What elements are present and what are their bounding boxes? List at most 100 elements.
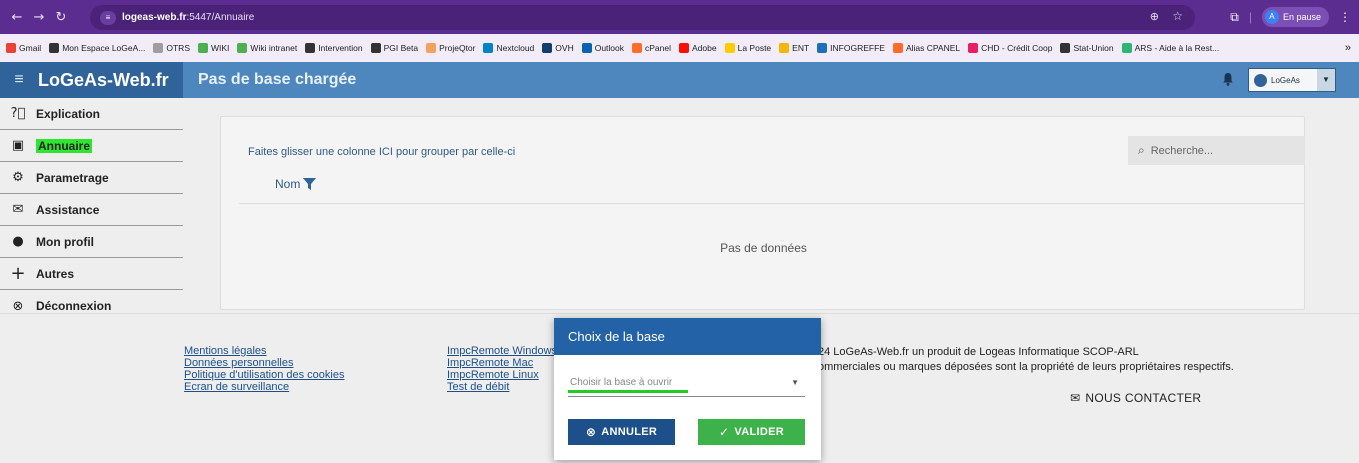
sidebar-item-assistance[interactable]: ✉ Assistance	[0, 194, 183, 226]
url-host: logeas-web.fr	[122, 12, 187, 23]
bookmark-label: INFOGREFFE	[830, 43, 885, 53]
contact-label: NOUS CONTACTER	[1085, 391, 1202, 405]
bookmark-item[interactable]: Intervention	[305, 43, 363, 53]
bookmark-favicon-icon	[305, 43, 316, 53]
dialog-title: Choix de la base	[554, 318, 821, 355]
search-input[interactable]: ⌕ Recherche...	[1128, 136, 1305, 165]
bookmark-label: ProjeQtor	[439, 43, 476, 53]
bookmark-label: Wiki intranet	[250, 43, 298, 53]
bookmark-label: La Poste	[737, 43, 772, 53]
star-icon[interactable]: ☆	[1172, 9, 1183, 23]
envelope-icon: ✉	[12, 202, 24, 217]
page-title: Pas de base chargée	[198, 71, 357, 88]
forward-icon[interactable]: →	[28, 10, 50, 25]
sidebar: ?⃝ Explication ▣ Annuaire ⚙ Parametrage …	[0, 98, 183, 326]
bookmark-label: WIKI	[211, 43, 230, 53]
contact-button[interactable]: ✉ NOUS CONTACTER	[1070, 391, 1201, 405]
bookmark-item[interactable]: WIKI	[198, 43, 229, 53]
site-settings-icon[interactable]: ≡	[100, 10, 116, 25]
bookmark-item[interactable]: cPanel	[632, 43, 671, 53]
group-panel[interactable]: Faites glisser une colonne ICI pour grou…	[248, 146, 515, 158]
sidebar-item-mon-profil[interactable]: ● Mon profil	[0, 226, 183, 258]
user-menu-button[interactable]: LoGeAs ▼	[1248, 68, 1336, 92]
bookmark-favicon-icon	[198, 43, 208, 53]
footer-link[interactable]: ImpcRemote Mac	[447, 357, 557, 369]
extensions-icon[interactable]: ⧉	[1230, 10, 1239, 25]
column-header-nom[interactable]: Nom	[275, 177, 317, 191]
copyright-line: ommerciales ou marques déposées sont la …	[818, 361, 1234, 373]
help-circle-icon: ?⃝	[10, 106, 26, 121]
select-placeholder-text: Choisir la base à ouvrir	[570, 377, 673, 388]
user-label: LoGeAs	[1271, 75, 1300, 85]
back-icon[interactable]: ←	[6, 10, 28, 25]
footer-link[interactable]: Politique d'utilisation des cookies	[184, 369, 344, 381]
footer-link[interactable]: ImpcRemote Linux	[447, 369, 557, 381]
bookmark-item[interactable]: INFOGREFFE	[817, 43, 885, 53]
bookmark-item[interactable]: Stat-Union	[1060, 43, 1114, 53]
close-circle-icon: ⊗	[12, 298, 24, 314]
sidebar-item-label: Déconnexion	[36, 299, 112, 313]
bookmark-favicon-icon	[892, 43, 903, 53]
bookmark-item[interactable]: La Poste	[724, 43, 772, 53]
app-brand: LoGeAs-Web.fr	[38, 69, 169, 90]
footer-link[interactable]: Données personnelles	[184, 357, 344, 369]
filter-icon[interactable]	[303, 178, 317, 190]
bookmarks-bar: Gmail Mon Espace LoGeA... OTRS WIKI Wiki int…	[0, 34, 1359, 62]
footer-links-legal: Mentions légales Données personnelles Po…	[184, 345, 344, 393]
bookmark-item[interactable]: OTRS	[153, 43, 190, 53]
bookmark-item[interactable]: ARS - Aide à la Rest...	[1121, 43, 1220, 53]
bookmark-label: cPanel	[645, 43, 672, 53]
grid-divider	[239, 203, 1304, 204]
hamburger-menu-icon[interactable]: ≡	[0, 71, 38, 89]
chevron-down-icon[interactable]: ▼	[791, 378, 799, 387]
sidebar-item-annuaire[interactable]: ▣ Annuaire	[0, 130, 183, 162]
sidebar-item-label: Annuaire	[36, 138, 93, 153]
bell-icon[interactable]	[1222, 72, 1234, 86]
bookmark-item[interactable]: OVH	[542, 43, 574, 53]
footer-link[interactable]: Ecran de surveillance	[184, 381, 344, 393]
bookmark-item[interactable]: Gmail	[6, 43, 41, 53]
footer-link[interactable]: Mentions légales	[184, 345, 344, 357]
bookmark-favicon-icon	[426, 43, 437, 53]
check-icon: ✓	[719, 425, 730, 439]
gear-icon: ⚙	[12, 170, 24, 185]
validate-button[interactable]: ✓ VALIDER	[698, 419, 805, 445]
sidebar-item-autres[interactable]: + Autres	[0, 258, 183, 290]
footer-link[interactable]: Test de débit	[447, 381, 557, 393]
bookmark-label: Stat-Union	[1073, 43, 1114, 53]
sidebar-item-label: Autres	[36, 266, 75, 281]
bookmark-item[interactable]: ProjeQtor	[426, 43, 475, 53]
bookmark-favicon-icon	[724, 43, 735, 53]
cancel-button[interactable]: ⊗ ANNULER	[568, 419, 675, 445]
bookmark-item[interactable]: PGI Beta	[370, 43, 418, 53]
user-button-main[interactable]: LoGeAs	[1249, 69, 1317, 91]
profile-pause-button[interactable]: A En pause	[1261, 7, 1329, 27]
browser-menu-icon[interactable]: ⋮	[1339, 10, 1351, 24]
data-grid: Faites glisser une colonne ICI pour grou…	[220, 116, 1305, 310]
bookmarks-overflow-icon[interactable]: »	[1345, 42, 1351, 54]
chevron-down-icon[interactable]: ▼	[1317, 69, 1335, 91]
bookmark-item[interactable]: Mon Espace LoGeA...	[49, 43, 145, 53]
bookmark-label: ARS - Aide à la Rest...	[1134, 43, 1220, 53]
bookmark-item[interactable]: Alias CPANEL	[892, 43, 960, 53]
highlight-underline	[568, 390, 688, 393]
url-path: :5447/Annuaire	[186, 12, 255, 23]
address-bar[interactable]: ≡ logeas-web.fr :5447/Annuaire ⊕ ☆	[90, 5, 1195, 30]
reload-icon[interactable]: ↻	[50, 10, 72, 25]
database-select[interactable]: Choisir la base à ouvrir ▼	[568, 369, 805, 397]
bookmark-item[interactable]: Nextcloud	[483, 43, 534, 53]
column-header-label: Nom	[275, 177, 301, 191]
bookmark-item[interactable]: Adobe	[679, 43, 717, 53]
footer-link[interactable]: ImpcRemote Windows	[447, 345, 557, 357]
plus-icon: +	[10, 263, 26, 284]
bookmark-item[interactable]: Wiki intranet	[237, 43, 297, 53]
bookmark-item[interactable]: CHD - Crédit Coop	[968, 43, 1052, 53]
brand-area: ≡ LoGeAs-Web.fr	[0, 62, 183, 98]
bookmark-item[interactable]: Outlook	[581, 43, 624, 53]
bookmark-favicon-icon	[237, 43, 248, 53]
sidebar-item-label: Explication	[36, 106, 101, 121]
bookmark-item[interactable]: ENT	[779, 43, 809, 53]
sidebar-item-parametrage[interactable]: ⚙ Parametrage	[0, 162, 183, 194]
sidebar-item-explication[interactable]: ?⃝ Explication	[0, 98, 183, 130]
zoom-icon[interactable]: ⊕	[1150, 10, 1159, 23]
